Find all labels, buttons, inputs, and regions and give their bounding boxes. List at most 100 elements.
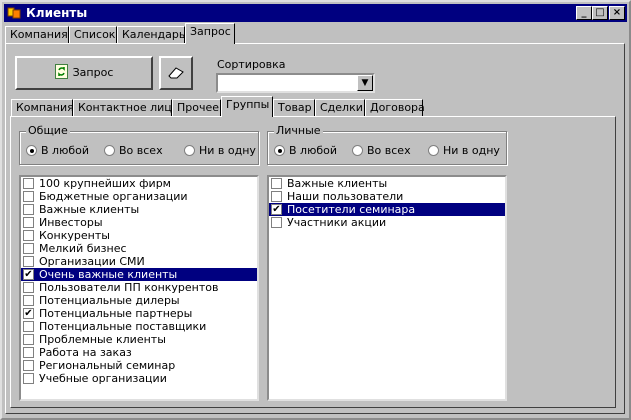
personal-radio-all[interactable]: Во всех — [352, 144, 411, 157]
subtab-label: Контактное лицо — [78, 101, 179, 114]
checkbox-icon[interactable] — [23, 347, 34, 358]
common-groupbox: Общие В любой Во всех Ни в одну — [19, 124, 259, 165]
tab-query[interactable]: Запрос — [185, 23, 235, 44]
list-item[interactable]: Участники акции — [269, 216, 505, 229]
common-radio-any[interactable]: В любой — [26, 144, 89, 157]
subtab-contracts[interactable]: Договора — [365, 99, 425, 117]
checkbox-icon[interactable] — [23, 217, 34, 228]
radio-label: Ни в одну — [199, 144, 256, 157]
radio-icon — [104, 145, 115, 156]
list-item[interactable]: Мелкий бизнес — [21, 242, 257, 255]
sort-combo[interactable]: ▼ — [216, 73, 375, 93]
app-icon — [7, 7, 21, 19]
tab-label: Список — [74, 28, 116, 41]
chevron-down-icon[interactable]: ▼ — [357, 75, 373, 91]
common-radio-none[interactable]: Ни в одну — [184, 144, 256, 157]
radio-icon — [352, 145, 363, 156]
subtab-groups[interactable]: Группы — [221, 96, 273, 117]
list-item-label: Потенциальные дилеры — [39, 294, 180, 307]
radio-label: Во всех — [367, 144, 411, 157]
common-radio-all[interactable]: Во всех — [104, 144, 163, 157]
clear-button[interactable] — [159, 56, 193, 90]
tab-list[interactable]: Список — [69, 26, 117, 44]
subtab-label: Сделки — [320, 101, 363, 114]
maximize-button[interactable]: □ — [592, 6, 608, 20]
sort-label: Сортировка — [217, 58, 286, 71]
tab-company[interactable]: Компания — [5, 26, 69, 44]
list-item-label: Участники акции — [287, 216, 387, 229]
checkbox-checked-icon[interactable]: ✔ — [271, 204, 282, 215]
tab-calendar[interactable]: Календарь — [117, 26, 185, 44]
list-item-label: Проблемные клиенты — [39, 333, 166, 346]
list-item[interactable]: ✔ Очень важные клиенты — [21, 268, 257, 281]
checkbox-icon[interactable] — [23, 360, 34, 371]
list-item[interactable]: Наши пользователи — [269, 190, 505, 203]
window-title: Клиенты — [26, 6, 88, 20]
checkbox-icon[interactable] — [271, 217, 282, 228]
list-item[interactable]: Пользователи ПП конкурентов — [21, 281, 257, 294]
list-item[interactable]: Важные клиенты — [269, 177, 505, 190]
checkbox-icon[interactable] — [23, 243, 34, 254]
list-item-label: Организации СМИ — [39, 255, 145, 268]
radio-label: Ни в одну — [443, 144, 500, 157]
personal-radio-any[interactable]: В любой — [274, 144, 337, 157]
list-item[interactable]: 100 крупнейших фирм — [21, 177, 257, 190]
list-item[interactable]: Потенциальные поставщики — [21, 320, 257, 333]
checkbox-icon[interactable] — [23, 256, 34, 267]
radio-label: Во всех — [119, 144, 163, 157]
checkbox-icon[interactable] — [271, 178, 282, 189]
checkbox-icon[interactable] — [23, 373, 34, 384]
checkbox-icon[interactable] — [23, 204, 34, 215]
minimize-button[interactable]: _ — [576, 6, 592, 20]
list-item[interactable]: Региональный семинар — [21, 359, 257, 372]
personal-title: Личные — [274, 124, 323, 137]
list-item[interactable]: Инвесторы — [21, 216, 257, 229]
radio-icon — [184, 145, 195, 156]
list-item[interactable]: ✔ Посетители семинара — [269, 203, 505, 216]
title-bar[interactable]: Клиенты _ □ × — [4, 4, 627, 22]
close-button[interactable]: × — [609, 6, 625, 20]
subtab-label: Товар — [278, 101, 312, 114]
run-query-button[interactable]: Запрос — [15, 56, 153, 90]
list-item[interactable]: ✔ Потенциальные партнеры — [21, 307, 257, 320]
list-item-label: Потенциальные поставщики — [39, 320, 207, 333]
list-item[interactable]: Конкуренты — [21, 229, 257, 242]
common-groups-list[interactable]: 100 крупнейших фирм Бюджетные организации… — [19, 175, 259, 401]
list-item[interactable]: Важные клиенты — [21, 203, 257, 216]
personal-radio-none[interactable]: Ни в одну — [428, 144, 500, 157]
checkbox-icon[interactable] — [23, 178, 34, 189]
groups-panel: Общие В любой Во всех Ни в одну Личные В… — [10, 116, 616, 408]
checkbox-icon[interactable] — [23, 334, 34, 345]
checkbox-checked-icon[interactable]: ✔ — [23, 308, 34, 319]
list-item-label: Региональный семинар — [39, 359, 176, 372]
subtab-deals[interactable]: Сделки — [315, 99, 365, 117]
subtab-company[interactable]: Компания — [11, 99, 74, 117]
list-item-label: Важные клиенты — [287, 177, 388, 190]
list-item[interactable]: Учебные организации — [21, 372, 257, 385]
subtab-label: Договора — [370, 101, 425, 114]
checkbox-icon[interactable] — [23, 282, 34, 293]
subtab-product[interactable]: Товар — [273, 99, 315, 117]
checkbox-icon[interactable] — [23, 191, 34, 202]
list-item-label: Очень важные клиенты — [38, 268, 179, 281]
list-item[interactable]: Работа на заказ — [21, 346, 257, 359]
subtab-other[interactable]: Прочее — [172, 99, 221, 117]
checkbox-icon[interactable] — [23, 295, 34, 306]
checkbox-checked-icon[interactable]: ✔ — [23, 269, 34, 280]
checkbox-icon[interactable] — [23, 230, 34, 241]
list-item[interactable]: Потенциальные дилеры — [21, 294, 257, 307]
radio-icon — [428, 145, 439, 156]
personal-groups-list[interactable]: Важные клиенты Наши пользователи ✔ Посетите… — [267, 175, 507, 401]
list-item[interactable]: Организации СМИ — [21, 255, 257, 268]
list-item-label: Учебные организации — [39, 372, 167, 385]
subtab-contact[interactable]: Контактное лицо — [73, 99, 179, 117]
list-item-label: Конкуренты — [39, 229, 110, 242]
checkbox-icon[interactable] — [271, 191, 282, 202]
list-item[interactable]: Бюджетные организации — [21, 190, 257, 203]
radio-label: В любой — [289, 144, 337, 157]
list-item[interactable]: Проблемные клиенты — [21, 333, 257, 346]
subtab-label: Прочее — [177, 101, 220, 114]
list-item-label: Посетители семинара — [286, 203, 417, 216]
refresh-icon — [54, 64, 68, 79]
checkbox-icon[interactable] — [23, 321, 34, 332]
